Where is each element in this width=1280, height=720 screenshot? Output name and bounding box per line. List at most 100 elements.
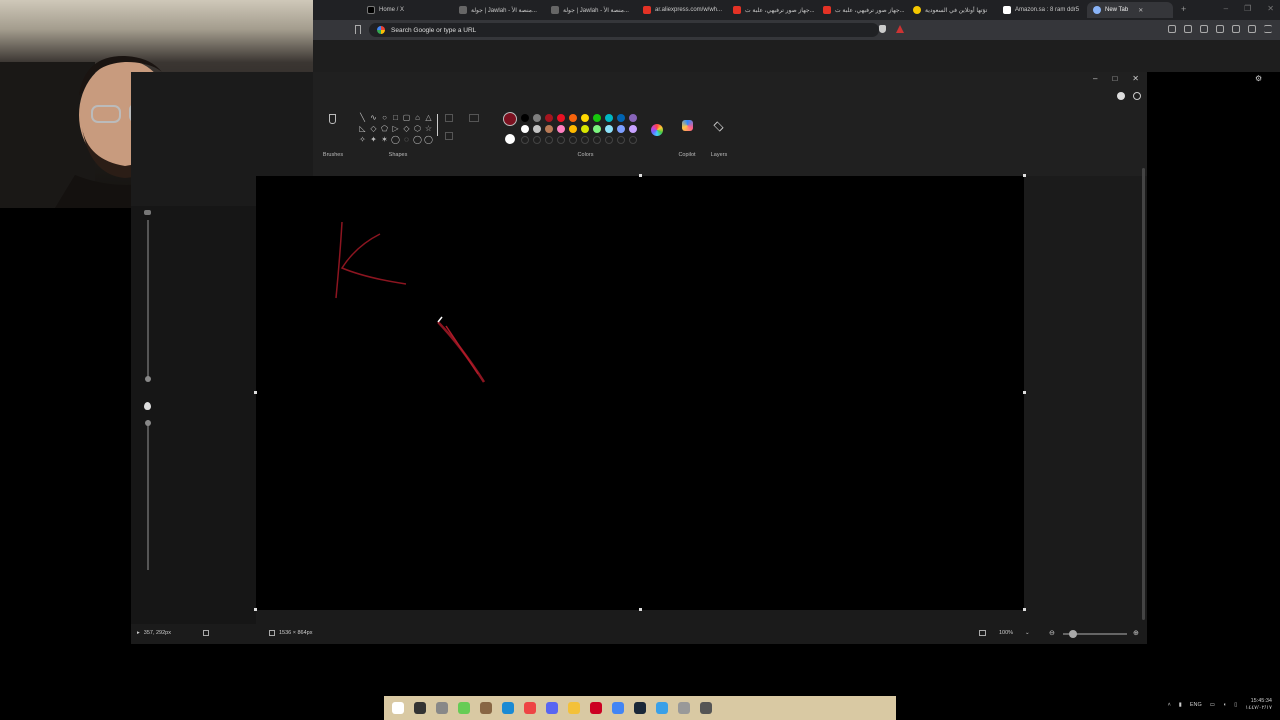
resize-handle[interactable] <box>1023 608 1026 611</box>
resize-handle[interactable] <box>1023 174 1026 177</box>
omnibox-placeholder[interactable]: Search Google or type a URL <box>391 27 476 34</box>
custom-color-slot[interactable] <box>581 136 589 144</box>
chrome-icon[interactable] <box>612 702 624 714</box>
shape-tool-icon[interactable]: ◇ <box>401 123 412 134</box>
color-swatch[interactable] <box>521 114 529 122</box>
zoom-out-icon[interactable]: ⊖ <box>1049 629 1055 637</box>
custom-color-slot[interactable] <box>593 136 601 144</box>
fit-to-window[interactable] <box>979 630 986 636</box>
layers-icon[interactable] <box>713 121 724 132</box>
maximize-icon[interactable]: □ <box>1112 74 1117 83</box>
tab-aliexpress-3[interactable]: جهاز صور ترفيهي، علبة ت... <box>817 2 905 18</box>
menu-icon[interactable] <box>1264 25 1272 33</box>
restore-icon[interactable]: ❐ <box>1244 4 1251 13</box>
tab-jawlah-2[interactable]: جولة | Jawlah - منصة الأ... <box>545 2 633 18</box>
new-tab-button[interactable]: + <box>1181 4 1186 14</box>
tab-jawlah-1[interactable]: جولة | Jawlah - منصة الأ... <box>453 2 541 18</box>
custom-color-slot[interactable] <box>557 136 565 144</box>
color-swatch[interactable] <box>569 125 577 133</box>
drawing-canvas[interactable] <box>256 176 1024 610</box>
color-swatch[interactable] <box>581 114 589 122</box>
slider-knob[interactable] <box>145 376 151 382</box>
shape-tool-icon[interactable]: ◌ <box>401 134 412 145</box>
shape-tool-icon[interactable]: ◺ <box>357 123 368 134</box>
chevron-down-icon[interactable]: ⌄ <box>1025 630 1030 636</box>
microphone-icon[interactable]: ▮ <box>1179 702 1182 708</box>
shape-tool-icon[interactable]: □ <box>390 112 401 123</box>
color-swatch[interactable] <box>557 114 565 122</box>
clock[interactable]: 15:45:34 ١٤٤٧/٠٢/١٧ <box>1245 698 1272 712</box>
brush-icon[interactable] <box>329 114 336 124</box>
custom-color-slot[interactable] <box>617 136 625 144</box>
minimize-icon[interactable]: – <box>1093 74 1097 83</box>
color-swatch[interactable] <box>617 114 625 122</box>
edit-colors-icon[interactable] <box>651 124 663 136</box>
color-swatch[interactable] <box>545 114 553 122</box>
shape-tool-icon[interactable]: ∿ <box>368 112 379 123</box>
extension-icon[interactable] <box>1168 25 1176 33</box>
color-swatch[interactable] <box>629 114 637 122</box>
primary-color-swatch[interactable] <box>503 112 517 126</box>
shape-tool-icon[interactable]: ☆ <box>423 123 434 134</box>
tab-aliexpress[interactable]: ar.aliexpress.com/w/wh... <box>637 2 725 18</box>
copilot-group[interactable]: Copilot <box>673 108 701 158</box>
shape-tool-icon[interactable]: ○ <box>379 112 390 123</box>
color-swatch[interactable] <box>593 114 601 122</box>
tab-outline[interactable]: تؤتها أوتلاين في السعودية <box>907 2 997 18</box>
shield-icon[interactable] <box>1248 25 1256 33</box>
app-icon[interactable] <box>480 702 492 714</box>
sidebar-icon[interactable] <box>1200 25 1208 33</box>
brave-rewards-icon[interactable] <box>896 25 904 33</box>
shape-tool-icon[interactable]: ◯ <box>412 134 423 145</box>
tab-aliexpress-2[interactable]: جهاز صور ترفيهي، علبة ت... <box>727 2 815 18</box>
fill-icon[interactable] <box>445 114 453 122</box>
layers-group[interactable]: Layers <box>705 108 733 158</box>
color-swatch[interactable] <box>593 125 601 133</box>
shape-tool-icon[interactable]: ▷ <box>390 123 401 134</box>
explorer-icon[interactable] <box>502 702 514 714</box>
color-swatch[interactable] <box>533 125 541 133</box>
shape-tool-icon[interactable]: ⬠ <box>379 123 390 134</box>
shape-tool-icon[interactable]: ⌂ <box>412 112 423 123</box>
fit-screen-icon[interactable] <box>979 630 986 636</box>
tab-new-tab[interactable]: New Tab ✕ <box>1087 2 1173 18</box>
secondary-color-swatch[interactable] <box>505 134 515 144</box>
language-indicator[interactable]: ENG <box>1190 702 1202 708</box>
settings-icon[interactable] <box>1133 92 1141 100</box>
shape-tool-icon[interactable]: △ <box>423 112 434 123</box>
shape-tool-icon[interactable]: ◯ <box>423 134 434 145</box>
shape-tool-icon[interactable]: ◯ <box>390 134 401 145</box>
vertical-scrollbar[interactable] <box>1142 168 1145 620</box>
zoom-dropdown[interactable]: 100% ⌄ <box>999 630 1030 636</box>
shape-tool-icon[interactable]: ✶ <box>379 134 390 145</box>
close-icon[interactable]: ✕ <box>1132 74 1139 83</box>
monitor-icon[interactable]: ▭ <box>1210 702 1215 708</box>
shape-tool-icon[interactable]: ✧ <box>357 134 368 145</box>
color-swatch[interactable] <box>581 125 589 133</box>
battery-icon[interactable]: ▯ <box>1234 702 1237 708</box>
wallet-icon[interactable] <box>1216 25 1224 33</box>
vpn-icon[interactable] <box>1232 25 1240 33</box>
zoom-slider-knob[interactable] <box>1069 630 1077 638</box>
app-icon[interactable] <box>700 702 712 714</box>
files-icon[interactable] <box>436 702 448 714</box>
tab-home-x[interactable]: Home / X <box>361 2 447 18</box>
slider-knob[interactable] <box>145 420 151 426</box>
custom-color-slot[interactable] <box>521 136 529 144</box>
shape-tool-icon[interactable]: ▢ <box>401 112 412 123</box>
copilot-icon[interactable] <box>682 120 693 131</box>
app-icon[interactable] <box>678 702 690 714</box>
color-swatch[interactable] <box>629 125 637 133</box>
resize-handle[interactable] <box>639 608 642 611</box>
color-swatch[interactable] <box>557 125 565 133</box>
custom-color-slot[interactable] <box>629 136 637 144</box>
color-swatch[interactable] <box>545 125 553 133</box>
shape-tool-icon[interactable]: ╲ <box>357 112 368 123</box>
account-avatar-icon[interactable] <box>1117 92 1125 100</box>
custom-color-slot[interactable] <box>605 136 613 144</box>
bookmark-icon[interactable] <box>355 25 361 34</box>
steam-icon[interactable] <box>634 702 646 714</box>
brush-size-slider[interactable] <box>145 220 151 382</box>
zoom-in-icon[interactable]: ⊕ <box>1133 629 1139 637</box>
folder-icon[interactable] <box>568 702 580 714</box>
